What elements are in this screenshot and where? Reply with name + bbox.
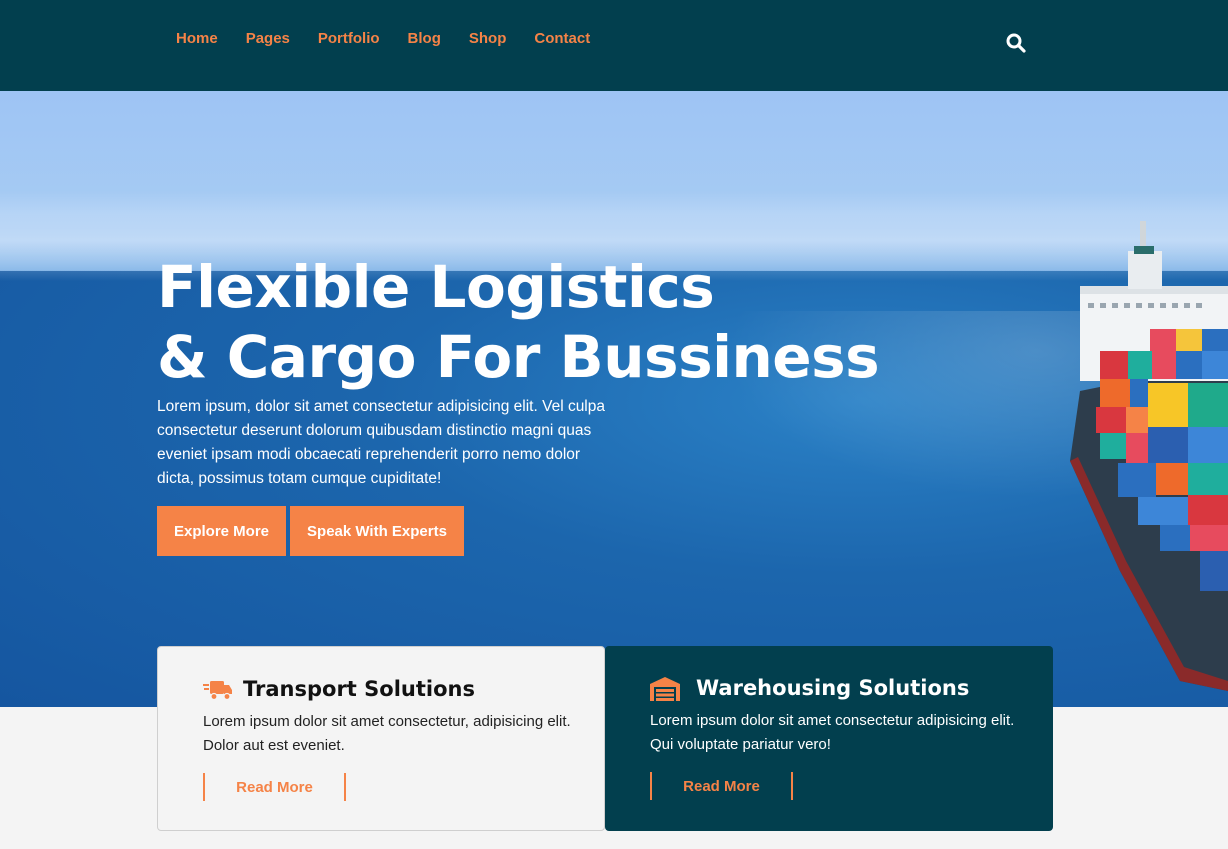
card-title: Warehousing Solutions [696, 676, 970, 700]
read-more-link[interactable]: Read More [203, 773, 346, 801]
card-description: Lorem ipsum dolor sit amet consectetur, … [203, 713, 571, 754]
nav-item-shop[interactable]: Shop [469, 30, 507, 47]
top-navbar: Home Pages Portfolio Blog Shop Contact [0, 0, 1228, 91]
warehouse-icon [650, 677, 680, 701]
nav-item-portfolio[interactable]: Portfolio [318, 30, 380, 47]
hero-section: Flexible Logistics & Cargo For Bussiness… [0, 91, 1228, 707]
nav-item-contact[interactable]: Contact [534, 30, 590, 47]
nav-item-pages[interactable]: Pages [246, 30, 290, 47]
card-description: Lorem ipsum dolor sit amet consectetur a… [650, 712, 1015, 753]
hero-description: Lorem ipsum, dolor sit amet consectetur … [157, 398, 605, 487]
truck-icon [203, 678, 232, 702]
hero-buttons: Explore More Speak With Experts [157, 506, 464, 556]
transport-solutions-card: Transport Solutions Lorem ipsum dolor si… [157, 646, 605, 831]
explore-more-button[interactable]: Explore More [157, 506, 287, 556]
speak-with-experts-button[interactable]: Speak With Experts [290, 506, 464, 556]
hero-title-line2: & Cargo For Bussiness [157, 323, 880, 391]
main-nav: Home Pages Portfolio Blog Shop Contact [176, 30, 618, 47]
nav-item-blog[interactable]: Blog [408, 30, 441, 47]
hero-title-line1: Flexible Logistics [157, 253, 715, 321]
hero-title: Flexible Logistics & Cargo For Bussiness [157, 252, 880, 392]
search-icon[interactable] [1005, 32, 1027, 54]
card-title: Transport Solutions [243, 677, 475, 701]
warehousing-solutions-card: Warehousing Solutions Lorem ipsum dolor … [605, 646, 1053, 831]
cargo-ship-image [1070, 221, 1228, 691]
read-more-link[interactable]: Read More [650, 772, 793, 800]
nav-item-home[interactable]: Home [176, 30, 218, 47]
